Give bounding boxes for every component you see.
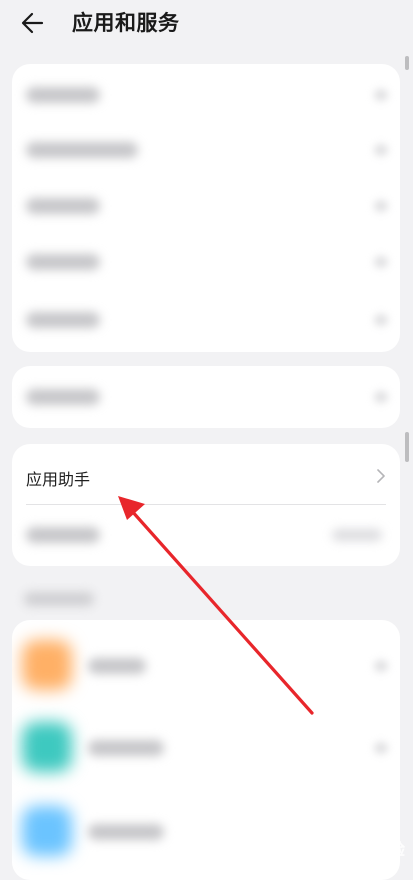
- top-bar: 应用和服务: [0, 0, 413, 50]
- scrollbar-thumb[interactable]: [405, 432, 409, 462]
- page-title: 应用和服务: [72, 11, 180, 35]
- list-item[interactable]: [12, 620, 400, 704]
- back-button[interactable]: [18, 8, 52, 38]
- app-icon: [22, 640, 72, 690]
- app-icon: [22, 806, 72, 856]
- settings-card-single-blurred: [12, 366, 400, 428]
- section-header: [24, 592, 94, 606]
- list-item[interactable]: [12, 505, 400, 566]
- scrollbar-top[interactable]: [405, 56, 409, 70]
- list-item[interactable]: [12, 122, 400, 178]
- list-item[interactable]: [12, 64, 400, 122]
- app-icon: [22, 722, 72, 772]
- list-item[interactable]: [12, 178, 400, 234]
- chevron-right-icon: [377, 469, 385, 483]
- list-item[interactable]: [12, 234, 400, 290]
- list-item[interactable]: [12, 366, 400, 428]
- app-assistant-label: 应用助手: [26, 470, 91, 489]
- watermark: Baidu 经验: [316, 840, 405, 859]
- app-assistant-row[interactable]: 应用助手: [12, 444, 400, 504]
- assistant-card: 应用助手: [12, 444, 400, 566]
- arrow-left-icon: [21, 12, 44, 34]
- list-item[interactable]: [12, 704, 400, 788]
- list-item[interactable]: [12, 290, 400, 348]
- settings-card-blurred: [12, 64, 400, 352]
